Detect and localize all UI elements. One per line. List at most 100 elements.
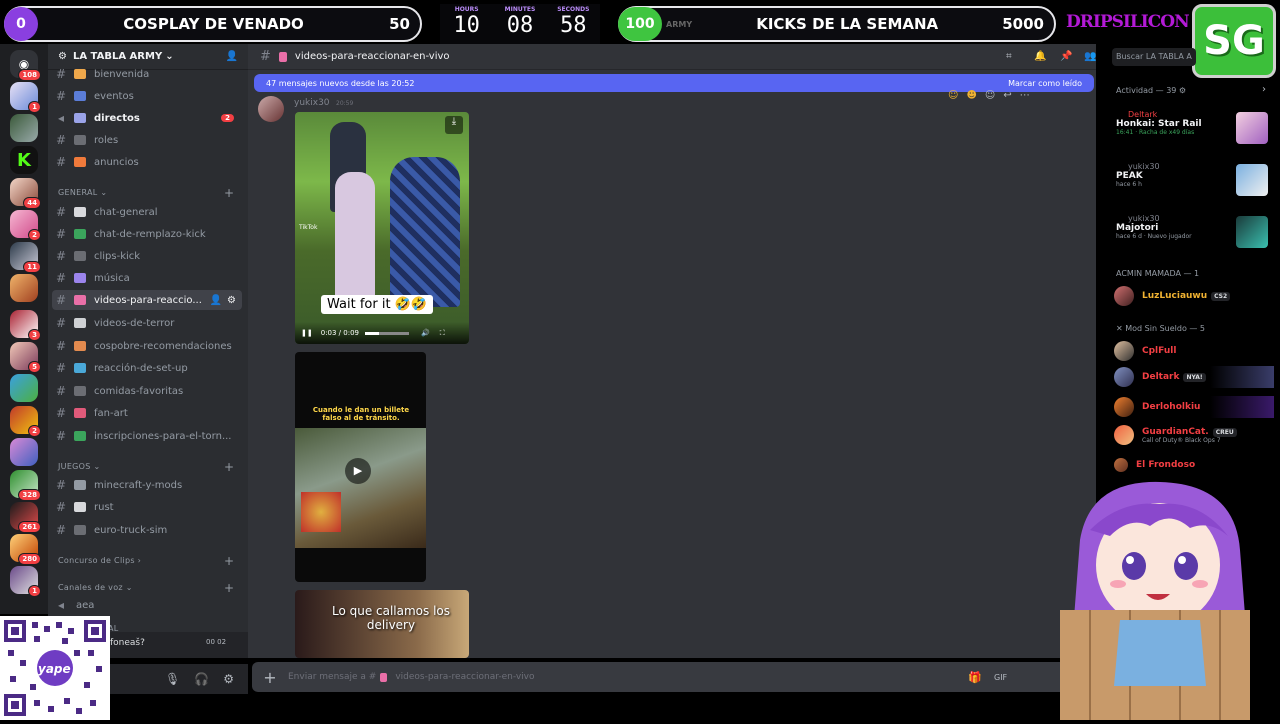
channel-settings-icon[interactable]: ⚙ (227, 295, 236, 306)
channel-item[interactable]: # fan-art (52, 403, 242, 423)
channel-emoji-icon (74, 341, 86, 351)
headphones-icon[interactable]: 🎧 (194, 672, 209, 686)
invite-icon[interactable]: 👤 (226, 51, 238, 62)
server-icon[interactable] (10, 374, 38, 402)
channel-item[interactable]: # chat-general (52, 202, 242, 222)
microphone-icon[interactable]: 🎙 (165, 672, 180, 686)
category-voice[interactable]: Canales de voz ⌄ (58, 583, 133, 592)
add-channel-icon[interactable]: + (224, 460, 234, 474)
activity-card[interactable]: yukix30 Majotori hace 6 d · Nuevo jugado… (1116, 214, 1276, 260)
message-author[interactable]: yukix30 (294, 98, 330, 108)
channel-item[interactable]: # música (52, 268, 242, 288)
channel-item[interactable]: # videos-de-terror (52, 313, 242, 333)
pause-icon[interactable]: ❚❚ (301, 329, 313, 337)
member-row[interactable]: LuzLuciauwu CS2 (1114, 285, 1231, 307)
server-icon[interactable]: 44 (10, 178, 41, 209)
server-ping-badge: 328 (18, 489, 41, 501)
channel-item[interactable]: # bienvenida (52, 64, 242, 84)
channel-item[interactable]: # comidas-favoritas (52, 381, 242, 401)
activity-card[interactable]: yukix30 PEAK hace 6 h (1116, 162, 1276, 208)
category-concurso-clips[interactable]: Concurso de Clips › (58, 556, 141, 565)
server-icon[interactable]: 1 (10, 566, 41, 597)
video-embed-1[interactable]: TikTok ⤓ Wait for it 🤣🤣 ❚❚ 0:03 / 0:09 🔊… (295, 112, 469, 344)
volume-icon[interactable]: 🔊 (421, 329, 430, 337)
gif-icon[interactable]: GIF (994, 673, 1007, 682)
mark-as-read-button[interactable]: Marcar como leído (1008, 79, 1082, 88)
channel-item[interactable]: # euro-truck-sim (52, 520, 242, 540)
channel-item[interactable]: # clips-kick (52, 246, 242, 266)
video-embed-3[interactable]: Lo que callamos los delivery (295, 590, 469, 658)
channel-item-selected[interactable]: # videos-para-reaccio... 👤 ⚙ (52, 290, 242, 310)
author-avatar[interactable] (258, 96, 284, 122)
reaction-icon[interactable]: ☺ (948, 90, 958, 101)
channel-emoji-icon (74, 386, 86, 396)
video-progress[interactable] (364, 331, 409, 335)
sg-logo-text: SG (1203, 18, 1265, 64)
member-row[interactable]: Deltark NYA! (1114, 366, 1274, 388)
member-row[interactable]: Derloholkiu (1114, 396, 1274, 418)
channel-item[interactable]: # cospobre-recomendaciones (52, 336, 242, 356)
gift-icon[interactable]: 🎁 (968, 671, 982, 684)
member-row[interactable]: CplFull (1114, 340, 1176, 362)
category-juegos[interactable]: JUEGOS ⌄ (58, 462, 101, 471)
fullscreen-icon[interactable]: ⛶ (440, 329, 445, 338)
reaction-icon[interactable]: ☻ (966, 90, 976, 101)
members-icon[interactable]: 👥 (1084, 51, 1096, 62)
channel-item[interactable]: # inscripciones-para-el-torn... (52, 426, 242, 446)
channel-name: eventos (94, 90, 134, 102)
add-channel-icon[interactable]: + (224, 554, 234, 568)
server-icon[interactable] (10, 274, 38, 302)
channel-item[interactable]: # eventos (52, 86, 242, 106)
channel-emoji-icon (74, 408, 86, 418)
more-icon[interactable]: ⋯ (1020, 90, 1030, 101)
video-embed-2[interactable]: Cuando le dan un billete falso al de trá… (295, 352, 426, 582)
discord-home-icon[interactable]: ◉ 108 (10, 50, 41, 81)
threads-icon[interactable]: ⌗ (1006, 51, 1012, 62)
voice-channel-name: aea (76, 599, 95, 611)
voice-channel-item[interactable]: ◂ aea (52, 595, 242, 615)
channel-item[interactable]: # minecraft-y-mods (52, 475, 242, 495)
chevron-right-icon[interactable]: › (1262, 84, 1266, 95)
server-icon[interactable]: 328 (10, 470, 41, 501)
add-member-icon[interactable]: 👤 (210, 295, 222, 306)
user-settings-gear-icon[interactable]: ⚙ (223, 672, 234, 686)
channel-item[interactable]: # anuncios (52, 152, 242, 172)
notification-bell-icon[interactable]: 🔔 (1034, 51, 1046, 62)
server-icon[interactable]: 2 (10, 210, 41, 241)
kick-server-icon[interactable]: K (10, 146, 38, 174)
attach-plus-icon[interactable]: + (252, 668, 288, 687)
member-name: CplFull (1142, 346, 1177, 356)
server-icon[interactable]: 261 (10, 502, 41, 533)
category-general[interactable]: GENERAL ⌄ (58, 188, 107, 197)
channel-item[interactable]: # rust (52, 497, 242, 517)
play-icon[interactable]: ▶ (345, 458, 371, 484)
channel-item[interactable]: ◂ directos 2 (52, 108, 242, 128)
search-input[interactable]: Buscar LA TABLA A (1112, 48, 1196, 66)
pin-icon[interactable]: 📌 (1060, 51, 1072, 62)
activity-card[interactable]: Deltark Honkai: Star Rail 16:41 · Racha … (1116, 110, 1276, 156)
server-icon[interactable] (10, 438, 38, 466)
server-icon[interactable]: 11 (10, 242, 41, 273)
channel-item[interactable]: # chat-de-remplazo-kick (52, 224, 242, 244)
server-icon[interactable]: 5 (10, 342, 41, 373)
channel-emoji-icon (74, 229, 86, 239)
add-reaction-icon[interactable]: ☺ (985, 90, 995, 101)
add-channel-icon[interactable]: + (224, 186, 234, 200)
server-icon[interactable]: 280 (10, 534, 41, 565)
channel-item[interactable]: # roles (52, 130, 242, 150)
add-channel-icon[interactable]: + (224, 581, 234, 595)
server-icon[interactable]: 3 (10, 310, 41, 341)
channel-item[interactable]: # reacción-de-set-up (52, 358, 242, 378)
server-gear-icon: ⚙ (58, 51, 67, 62)
server-icon[interactable]: 1 (10, 82, 41, 113)
member-row[interactable]: GuardianCat. CREU Call of Duty® Black Ops… (1114, 424, 1237, 446)
channel-emoji-icon (74, 525, 86, 535)
message-composer[interactable]: + Enviar mensaje a # videos-para-reaccio… (252, 662, 1090, 692)
server-icon[interactable]: 2 (10, 406, 41, 437)
minutes-value: 08 (506, 13, 534, 38)
message-time: 20:59 (336, 100, 354, 107)
reply-icon[interactable]: ↩ (1003, 90, 1011, 101)
download-icon[interactable]: ⤓ (445, 116, 463, 134)
server-icon[interactable] (10, 114, 38, 142)
channel-name: chat-general (94, 206, 158, 218)
